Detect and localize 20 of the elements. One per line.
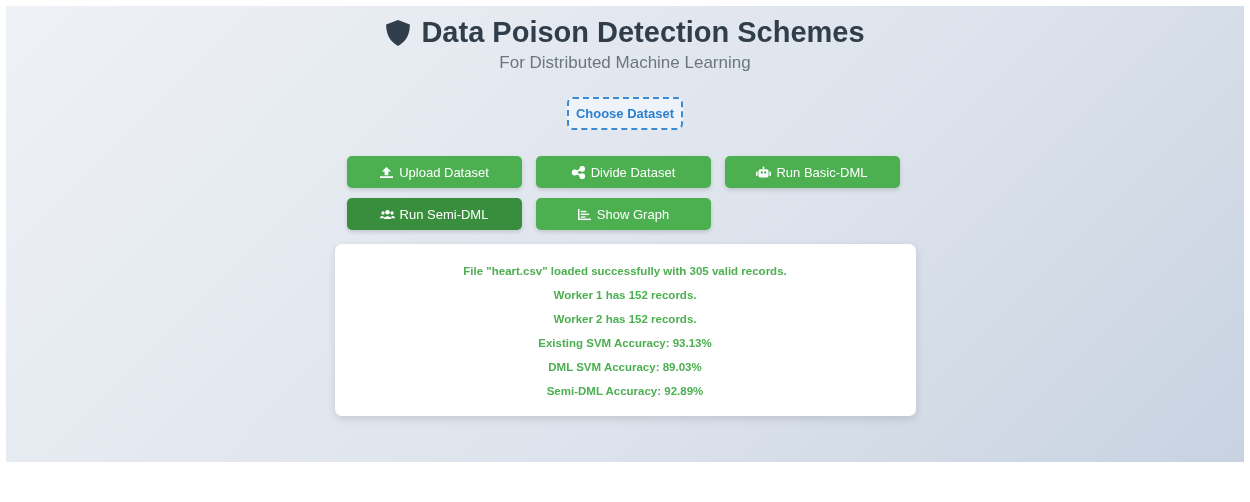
result-line: Worker 1 has 152 records. xyxy=(552,288,698,303)
chart-icon xyxy=(576,207,592,221)
page-title: Data Poison Detection Schemes xyxy=(421,16,865,49)
result-line: Existing SVM Accuracy: 93.13% xyxy=(537,336,713,351)
action-button[interactable]: Run Semi-DML xyxy=(346,198,522,230)
result-line: Semi-DML Accuracy: 92.89% xyxy=(545,384,705,399)
action-button[interactable]: Upload Dataset xyxy=(346,156,522,188)
choose-dataset-button[interactable]: Choose Dataset xyxy=(566,97,684,130)
robot-icon xyxy=(756,165,772,179)
users-icon xyxy=(379,207,395,221)
action-button[interactable]: Divide Dataset xyxy=(535,156,711,188)
action-button[interactable]: Run Basic-DML xyxy=(724,156,900,188)
share-icon xyxy=(570,165,586,179)
shield-icon xyxy=(385,18,412,47)
page-subtitle: For Distributed Machine Learning xyxy=(499,53,751,73)
action-button[interactable]: Show Graph xyxy=(535,198,711,230)
upload-icon xyxy=(379,165,395,179)
result-line: DML SVM Accuracy: 89.03% xyxy=(547,360,703,375)
result-line: Worker 2 has 152 records. xyxy=(552,312,698,327)
result-line: File "heart.csv" loaded successfully with 305 valid records. xyxy=(462,264,788,279)
